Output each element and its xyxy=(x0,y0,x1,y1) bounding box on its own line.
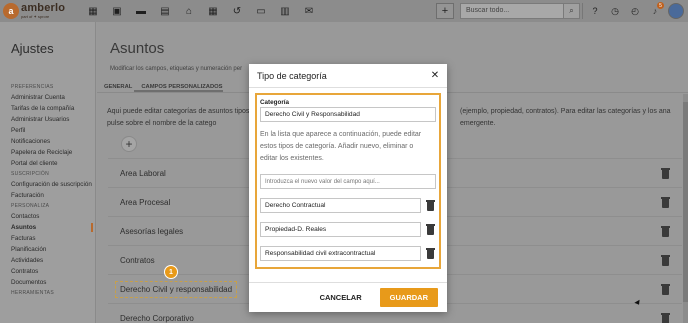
sidebar-item-notificaciones[interactable]: Notificaciones xyxy=(0,136,95,147)
clock-icon[interactable]: ◴ xyxy=(625,3,645,19)
sidebar-item-portal[interactable]: Portal del cliente xyxy=(0,158,95,169)
sidebar-item-asuntos[interactable]: Asuntos xyxy=(0,222,95,233)
history-icon[interactable]: ↺ xyxy=(225,0,249,22)
trash-icon[interactable] xyxy=(661,167,670,179)
list-item-label: Contratos xyxy=(120,255,155,265)
list-item-label: Area Laboral xyxy=(120,168,166,178)
trash-icon[interactable] xyxy=(661,196,670,208)
sidebar-item-contactos[interactable]: Contactos xyxy=(0,211,95,222)
trash-icon[interactable] xyxy=(661,225,670,237)
type-row: Responsabilidad civil extracontractual xyxy=(260,246,436,261)
page-subtitle: Modificar los campos, etiquetas y numera… xyxy=(110,66,243,72)
dialog-footer: CANCELAR GUARDAR xyxy=(249,282,447,312)
folder-icon[interactable]: ▭ xyxy=(249,0,273,22)
tab-campos-personalizados[interactable]: CAMPOS PERSONALIZADOS xyxy=(134,80,223,92)
sidebar-item-papelera[interactable]: Papelera de Reciclaje xyxy=(0,147,95,158)
trash-icon[interactable] xyxy=(426,200,435,211)
help-text: En la lista que aparece a continuación, … xyxy=(260,131,422,162)
sidebar-item-documentos[interactable]: Documentos xyxy=(0,277,95,288)
sidebar-item-contratos[interactable]: Contratos xyxy=(0,266,95,277)
logo-name: amberlo xyxy=(21,2,66,14)
sidebar-section-heading: PERSONALIZA xyxy=(11,203,50,209)
sidebar-item-perfil[interactable]: Perfil xyxy=(0,125,95,136)
top-bar: a amberlo part of ✦ sprore ▦ ▣ ▬ ▤ ⌂ ▦ ↺… xyxy=(0,0,688,22)
search-input[interactable]: Buscar todo... xyxy=(460,3,564,19)
help-icon[interactable]: ? xyxy=(585,3,605,19)
timer-icon[interactable]: ◷ xyxy=(605,3,625,19)
list-item-label: Derecho Corporativo xyxy=(120,313,194,323)
category-dialog: Tipo de categoría ✕ Categoría Derecho Ci… xyxy=(249,64,447,312)
divider xyxy=(582,3,583,19)
sidebar-item-tarifas[interactable]: Tarifas de la compañía xyxy=(0,103,95,114)
trash-icon[interactable] xyxy=(661,312,670,323)
add-category-button[interactable]: + xyxy=(121,136,137,152)
bell-icon[interactable]: ♪ 5 xyxy=(645,2,665,19)
trash-icon[interactable] xyxy=(426,224,435,235)
type-row: Derecho Contractual xyxy=(260,198,436,213)
sidebar-item-suscripcion[interactable]: Configuración de suscripción xyxy=(0,179,95,190)
sidebar-item-planificacion[interactable]: Planificación xyxy=(0,244,95,255)
new-value-input[interactable]: Introduzca el nuevo valor del campo aquí… xyxy=(260,174,436,189)
dialog-body: Categoría Derecho Civil y Responsabilida… xyxy=(255,93,441,269)
close-icon[interactable]: ✕ xyxy=(430,70,440,81)
trash-icon[interactable] xyxy=(426,248,435,259)
dialog-header: Tipo de categoría ✕ xyxy=(249,64,447,88)
sidebar-item-actividades[interactable]: Actividades xyxy=(0,255,95,266)
grid-icon[interactable]: ▦ xyxy=(81,0,105,22)
sidebar-item-administrar-cuenta[interactable]: Administrar Cuenta xyxy=(0,92,95,103)
type-field[interactable]: Propiedad-D. Reales xyxy=(260,222,421,237)
sidebar-section-heading: PREFERENCIAS xyxy=(11,84,54,90)
category-label: Categoría xyxy=(260,99,290,106)
sidebar-item-usuarios[interactable]: Administrar Usuarios xyxy=(0,114,95,125)
type-field[interactable]: Derecho Contractual xyxy=(260,198,421,213)
list-item-label: Area Procesal xyxy=(120,197,171,207)
court-icon[interactable]: ⌂ xyxy=(177,0,201,22)
save-button[interactable]: GUARDAR xyxy=(379,288,438,307)
list-item-label: Derecho Civil y responsabilidad xyxy=(115,280,238,298)
description-right: (ejemplo, propiedad, contratos). Para ed… xyxy=(460,108,671,127)
invoice-icon[interactable]: ▥ xyxy=(273,0,297,22)
sidebar-item-facturas[interactable]: Facturas xyxy=(0,233,95,244)
scrollbar-thumb[interactable] xyxy=(683,102,688,302)
sidebar-title: Ajustes xyxy=(11,41,54,56)
document-icon[interactable]: ▤ xyxy=(153,0,177,22)
add-button[interactable]: + xyxy=(436,3,454,19)
search-icon[interactable]: ⌕ xyxy=(564,3,580,19)
briefcase-icon[interactable]: ▬ xyxy=(129,0,153,22)
cancel-button[interactable]: CANCELAR xyxy=(320,293,362,302)
sidebar-section-heading: SUSCRIPCIÓN xyxy=(11,171,50,177)
description-left: Aqui puede editar categorías de asuntos … xyxy=(107,108,250,127)
mail-icon[interactable]: ✉ xyxy=(297,0,321,22)
tab-general[interactable]: GENERAL xyxy=(97,80,132,92)
type-row: Propiedad-D. Reales xyxy=(260,222,436,237)
logo-mark: a xyxy=(3,3,19,19)
sidebar: Ajustes PREFERENCIAS Administrar Cuenta … xyxy=(0,22,96,323)
sidebar-section-heading: HERRAMIENTAS xyxy=(11,290,54,296)
list-item-label: Asesorías legales xyxy=(120,226,184,236)
notification-badge: 5 xyxy=(657,2,664,9)
sidebar-item-facturacion[interactable]: Facturación xyxy=(0,190,95,201)
avatar[interactable] xyxy=(668,3,684,19)
contacts-icon[interactable]: ▣ xyxy=(105,0,129,22)
trash-icon[interactable] xyxy=(661,283,670,295)
calendar-icon[interactable]: ▦ xyxy=(201,0,225,22)
dialog-title: Tipo de categoría xyxy=(257,70,327,81)
category-name-field[interactable]: Derecho Civil y Responsabilidad xyxy=(260,107,436,122)
page-title: Asuntos xyxy=(110,40,165,57)
logo-sub: part of ✦ sprore xyxy=(21,14,50,19)
type-field[interactable]: Responsabilidad civil extracontractual xyxy=(260,246,421,261)
trash-icon[interactable] xyxy=(661,254,670,266)
step-marker-1: 1 xyxy=(165,266,177,278)
logo[interactable]: a amberlo part of ✦ sprore xyxy=(3,3,81,19)
